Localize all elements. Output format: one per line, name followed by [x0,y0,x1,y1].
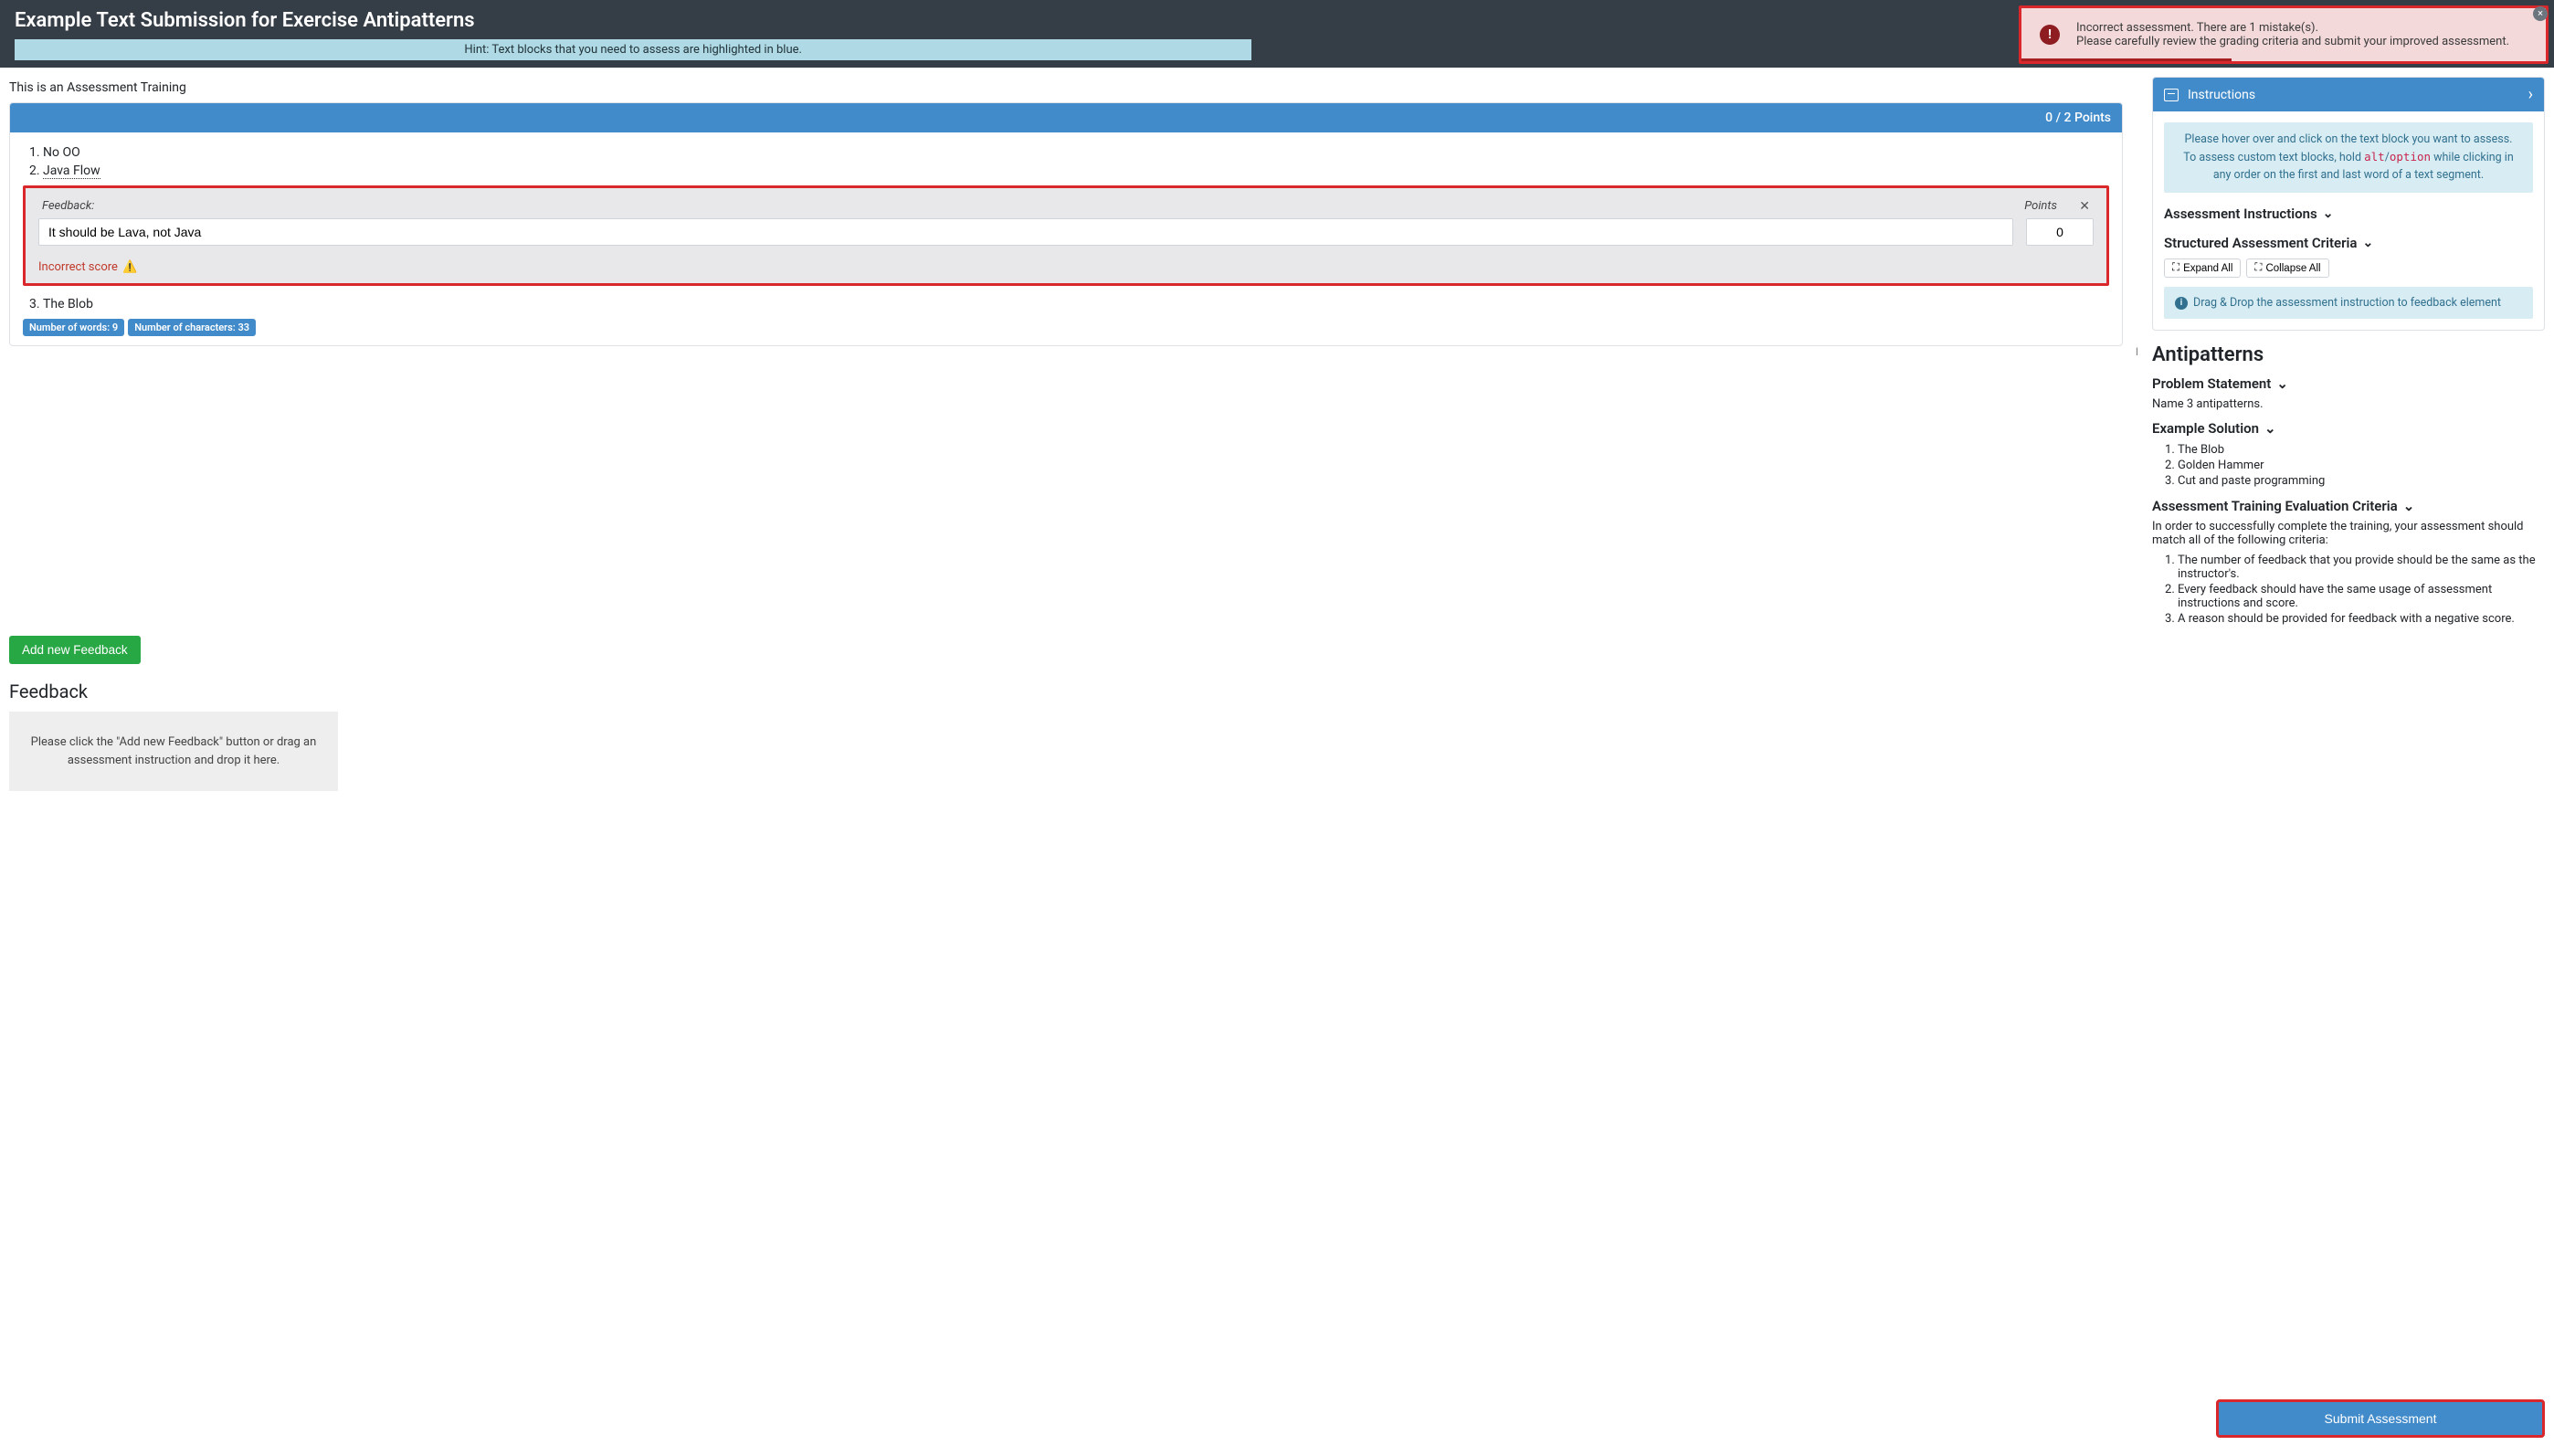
toast-line2: Please carefully review the grading crit… [2076,35,2518,48]
toast-close-button[interactable]: × [2533,6,2548,21]
char-count-badge: Number of characters: 33 [128,319,256,336]
problem-statement-text: Name 3 antipatterns. [2152,397,2545,411]
eval-item: Every feedback should have the same usag… [2178,582,2545,611]
feedback-text-input[interactable] [38,218,2013,246]
feedback-drop-area[interactable]: Please click the "Add new Feedback" butt… [9,712,338,791]
add-new-feedback-button[interactable]: Add new Feedback [9,636,141,664]
chevron-down-icon: ⌄ [2323,206,2334,221]
word-count-badge: Number of words: 9 [23,319,124,336]
feedback-error: Incorrect score ⚠️ [38,260,2094,274]
instructions-icon [2164,89,2179,101]
submission-card: 0 / 2 Points No OO Java Flow ✕ Feedback:… [9,102,2123,346]
answer-list-cont: The Blob [23,295,2109,313]
feedback-error-text: Incorrect score [38,260,118,274]
instructions-header: Instructions › [2153,78,2544,111]
problem-statement-header[interactable]: Problem Statement ⌄ [2152,375,2545,392]
structured-criteria-header[interactable]: Structured Assessment Criteria ⌄ [2164,235,2533,251]
solution-item: Golden Hammer [2178,458,2545,473]
warning-icon: ⚠️ [122,260,133,271]
assessment-instructions-header[interactable]: Assessment Instructions ⌄ [2164,206,2533,222]
collapse-all-button[interactable]: ⛶Collapse All [2246,258,2328,278]
feedback-points-input[interactable] [2026,218,2094,246]
chevron-down-icon: ⌄ [2264,420,2276,437]
solution-item: Cut and paste programming [2178,473,2545,489]
answer-item-3[interactable]: The Blob [43,295,2109,313]
points-bar: 0 / 2 Points [10,103,2122,132]
info-line2: To assess custom text blocks, hold alt/o… [2177,149,2520,185]
eval-item: The number of feedback that you provide … [2178,553,2545,582]
eval-item: A reason should be provided for feedback… [2178,611,2545,627]
drag-drop-hint: i Drag & Drop the assessment instruction… [2164,287,2533,319]
evaluation-criteria-list: The number of feedback that you provide … [2152,553,2545,627]
feedback-heading: Feedback [9,681,2545,702]
evaluation-intro: In order to successfully complete the tr… [2152,520,2545,547]
submit-assessment-button[interactable]: Submit Assessment [2216,1399,2545,1438]
info-icon: i [2175,297,2188,310]
column-splitter[interactable]: || [2136,77,2139,627]
answer-item-2[interactable]: Java Flow [43,162,2109,180]
solution-item: The Blob [2178,442,2545,458]
error-icon: ! [2040,25,2060,45]
expand-icon: ⛶ [2172,262,2179,274]
example-solution-list: The Blob Golden Hammer Cut and paste pro… [2152,442,2545,489]
collapse-icon: ⛶ [2254,262,2262,274]
evaluation-criteria-header[interactable]: Assessment Training Evaluation Criteria … [2152,498,2545,514]
toast-progress-bar [2021,58,2232,61]
feedback-close-button[interactable]: ✕ [2079,199,2090,214]
chevron-down-icon: ⌄ [2362,236,2373,250]
chevron-down-icon: ⌄ [2276,375,2288,392]
instructions-title: Instructions [2188,88,2255,102]
chevron-right-icon[interactable]: › [2528,85,2533,104]
example-solution-header[interactable]: Example Solution ⌄ [2152,420,2545,437]
feedback-label: Feedback: [42,199,94,213]
training-label: This is an Assessment Training [9,77,2123,102]
toast-line1: Incorrect assessment. There are 1 mistak… [2076,21,2518,35]
feedback-block: ✕ Feedback: Points Incorrect score ⚠️ [23,185,2109,286]
hint-banner: Hint: Text blocks that you need to asses… [15,39,1251,60]
top-bar: Example Text Submission for Exercise Ant… [0,0,2554,68]
points-label: Points [2024,199,2057,213]
instructions-card: Instructions › Please hover over and cli… [2152,77,2545,331]
answer-item-1[interactable]: No OO [43,143,2109,162]
answer-list: No OO Java Flow [23,143,2109,180]
info-box: Please hover over and click on the text … [2164,122,2533,193]
info-line1: Please hover over and click on the text … [2177,132,2520,149]
error-toast: ! Incorrect assessment. There are 1 mist… [2019,5,2549,64]
expand-all-button[interactable]: ⛶Expand All [2164,258,2241,278]
antipatterns-heading: Antipatterns [2152,343,2545,366]
answer-highlight[interactable]: Java Flow [43,164,100,179]
chevron-down-icon: ⌄ [2403,498,2415,514]
